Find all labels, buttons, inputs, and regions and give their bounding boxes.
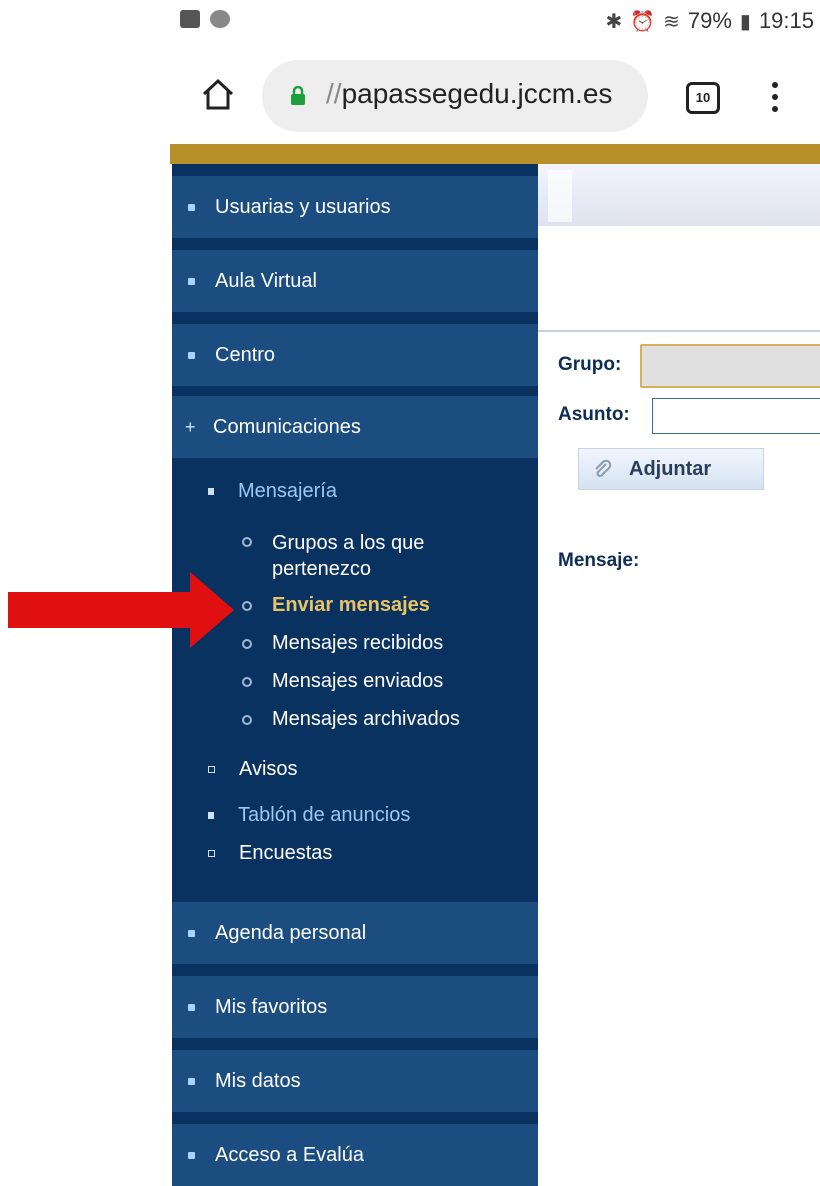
sidebar-item-evalua[interactable]: Acceso a Evalúa <box>172 1124 538 1186</box>
site-header-strip <box>170 144 820 164</box>
overflow-menu-icon[interactable] <box>772 82 778 118</box>
submenu-item-mensajes-enviados[interactable]: Mensajes enviados <box>242 670 443 693</box>
sidebar-item-usuarios[interactable]: Usuarias y usuarios <box>172 176 538 238</box>
lock-icon <box>291 86 305 105</box>
submenu-mensajeria[interactable]: Mensajería <box>208 480 337 503</box>
bullet-icon <box>188 1077 195 1085</box>
clock: 19:15 <box>758 8 814 33</box>
bullet-icon <box>188 1151 195 1159</box>
square-bullet-icon <box>208 488 214 495</box>
submenu-label: Tablón de anuncios <box>238 804 411 826</box>
submenu-item-label: Grupos a los que pertenezco <box>272 532 425 580</box>
submenu-avisos[interactable]: Avisos <box>208 758 298 781</box>
image-notification-icon <box>180 10 200 28</box>
asunto-input[interactable] <box>652 398 820 434</box>
sidebar-item-label: Agenda personal <box>215 921 367 944</box>
status-bar: ✱ ⏰ ≋ 79% ▮ 19:15 <box>170 0 820 44</box>
circle-bullet-icon <box>242 714 252 725</box>
bullet-icon <box>188 277 195 285</box>
circle-bullet-icon <box>242 676 252 687</box>
battery-icon: ▮ <box>739 10 751 33</box>
sidebar-item-label: Mis favoritos <box>215 995 328 1018</box>
bullet-icon <box>188 203 195 211</box>
circle-bullet-icon <box>242 638 252 649</box>
submenu-encuestas[interactable]: Encuestas <box>208 842 332 865</box>
submenu-item-label: Mensajes enviados <box>272 670 444 692</box>
adjuntar-button[interactable]: Adjuntar <box>578 448 764 490</box>
alarm-icon: ⏰ <box>630 10 656 33</box>
browser-toolbar: //papassegedu.jccm.es 10 <box>170 44 820 144</box>
sidebar-item-label: Acceso a Evalúa <box>215 1143 364 1166</box>
system-status: ✱ ⏰ ≋ 79% ▮ 19:15 <box>605 8 814 34</box>
sidebar-item-label: Usuarias y usuarios <box>215 195 391 218</box>
address-bar[interactable]: //papassegedu.jccm.es <box>262 60 648 132</box>
home-icon[interactable] <box>200 76 236 112</box>
submenu-item-label: Enviar mensajes <box>272 594 430 616</box>
submenu-label: Mensajería <box>238 480 337 502</box>
submenu-tablon[interactable]: Tablón de anuncios <box>208 804 410 827</box>
sidebar-item-mis-datos[interactable]: Mis datos <box>172 1050 538 1112</box>
submenu-item-enviar-mensajes[interactable]: Enviar mensajes <box>242 594 430 617</box>
wifi-icon: ≋ <box>663 10 680 33</box>
submenu-item-label: Mensajes recibidos <box>272 632 444 654</box>
sidebar: Usuarias y usuarios Aula Virtual Centro … <box>172 164 538 1186</box>
red-arrow-annotation <box>8 572 234 648</box>
submenu-label: Avisos <box>239 758 298 780</box>
sidebar-item-label: Centro <box>215 343 276 366</box>
expanded-icon: + <box>185 416 196 437</box>
sidebar-item-favoritos[interactable]: Mis favoritos <box>172 976 538 1038</box>
battery-percent: 79% <box>687 8 732 33</box>
bullet-icon <box>188 351 195 359</box>
grupo-select[interactable] <box>640 344 820 388</box>
bullet-icon <box>188 1003 195 1011</box>
sidebar-item-aula-virtual[interactable]: Aula Virtual <box>172 250 538 312</box>
square-outline-bullet-icon <box>208 850 215 857</box>
submenu-item-mensajes-recibidos[interactable]: Mensajes recibidos <box>242 632 443 655</box>
sidebar-item-agenda[interactable]: Agenda personal <box>172 902 538 964</box>
grupo-label: Grupo: <box>558 354 622 375</box>
tab-switcher-button[interactable]: 10 <box>686 82 720 114</box>
notification-icons <box>180 10 230 28</box>
asunto-label: Asunto: <box>558 404 630 425</box>
submenu-item-label: Mensajes archivados <box>272 708 460 730</box>
square-bullet-icon <box>208 812 214 819</box>
mensaje-label: Mensaje: <box>558 550 640 571</box>
circle-bullet-icon <box>242 600 252 611</box>
submenu-item-grupos[interactable]: Grupos a los que pertenezco <box>242 530 472 582</box>
submenu-item-mensajes-archivados[interactable]: Mensajes archivados <box>242 708 460 731</box>
content-header-bar <box>538 164 820 226</box>
sidebar-item-label: Aula Virtual <box>215 269 317 292</box>
app-notification-icon <box>210 10 230 28</box>
content-divider <box>538 330 820 332</box>
bullet-icon <box>188 929 195 937</box>
url-text: //papassegedu.jccm.es <box>326 78 613 109</box>
sidebar-item-centro[interactable]: Centro <box>172 324 538 386</box>
sidebar-item-comunicaciones[interactable]: + Comunicaciones <box>172 396 538 458</box>
paperclip-icon <box>595 459 612 477</box>
submenu-label: Encuestas <box>239 842 333 864</box>
sidebar-item-label: Mis datos <box>215 1069 301 1092</box>
adjuntar-label: Adjuntar <box>629 457 712 480</box>
circle-bullet-icon <box>242 537 252 547</box>
bluetooth-icon: ✱ <box>605 10 623 33</box>
sidebar-item-label: Comunicaciones <box>213 415 361 438</box>
square-outline-bullet-icon <box>208 766 215 773</box>
